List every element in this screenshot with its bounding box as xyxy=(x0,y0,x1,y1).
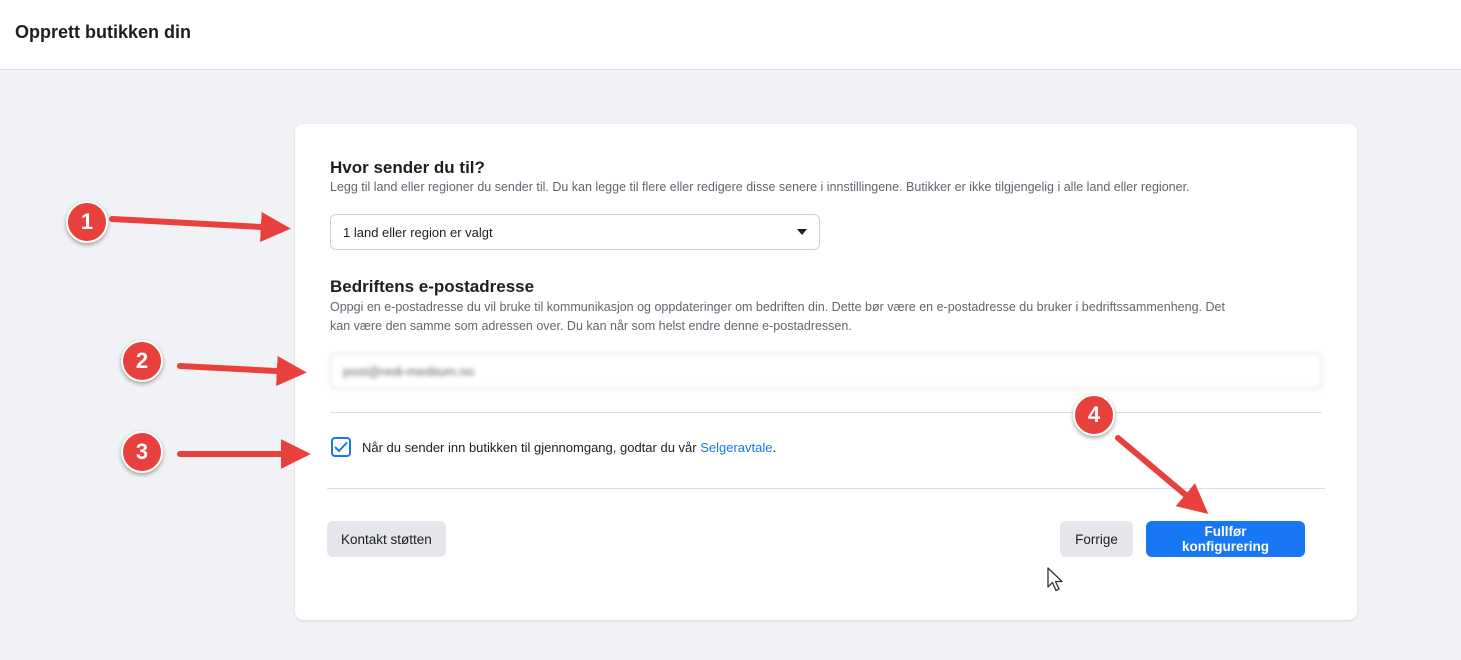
back-button[interactable]: Forrige xyxy=(1060,521,1133,557)
annotation-badge-4: 4 xyxy=(1073,394,1115,436)
footer-divider xyxy=(327,488,1325,489)
seller-agreement-link[interactable]: Selgeravtale xyxy=(700,440,772,455)
annotation-badge-3: 3 xyxy=(121,431,163,473)
arrow-1 xyxy=(109,211,291,242)
top-bar: Opprett butikken din xyxy=(0,0,1461,70)
agreement-text: Når du sender inn butikken til gjennomga… xyxy=(362,440,776,455)
agreement-trailing: . xyxy=(772,440,777,455)
dropdown-selected-value: 1 land eller region er valgt xyxy=(343,224,493,240)
agreement-checkbox[interactable] xyxy=(331,437,351,457)
contact-support-button[interactable]: Kontakt støtten xyxy=(327,521,446,557)
agreement-label: Når du sender inn butikken til gjennomga… xyxy=(362,440,701,455)
annotation-badge-1: 1 xyxy=(66,201,108,243)
shipping-description: Legg til land eller regioner du sender t… xyxy=(330,180,1190,194)
annotation-badge-2: 2 xyxy=(121,340,163,382)
shipping-region-dropdown[interactable]: 1 land eller region er valgt xyxy=(330,214,820,250)
email-description-line-2: kan være den samme som adressen over. Du… xyxy=(330,319,852,333)
mouse-cursor-icon xyxy=(1047,567,1063,592)
setup-card: Hvor sender du til? Legg til land eller … xyxy=(295,124,1357,620)
caret-down-icon xyxy=(797,229,807,235)
email-heading: Bedriftens e-postadresse xyxy=(330,277,535,296)
checkmark-icon xyxy=(334,442,348,452)
divider xyxy=(330,412,1322,413)
page-title: Opprett butikken din xyxy=(15,22,192,42)
shipping-heading: Hvor sender du til? xyxy=(330,158,485,177)
business-email-field[interactable] xyxy=(330,353,1322,389)
email-description-line-1: Oppgi en e-postadresse du vil bruke til … xyxy=(330,300,1225,314)
finish-setup-button[interactable]: Fullfør konfigurering xyxy=(1146,521,1305,557)
arrow-2 xyxy=(177,356,307,386)
